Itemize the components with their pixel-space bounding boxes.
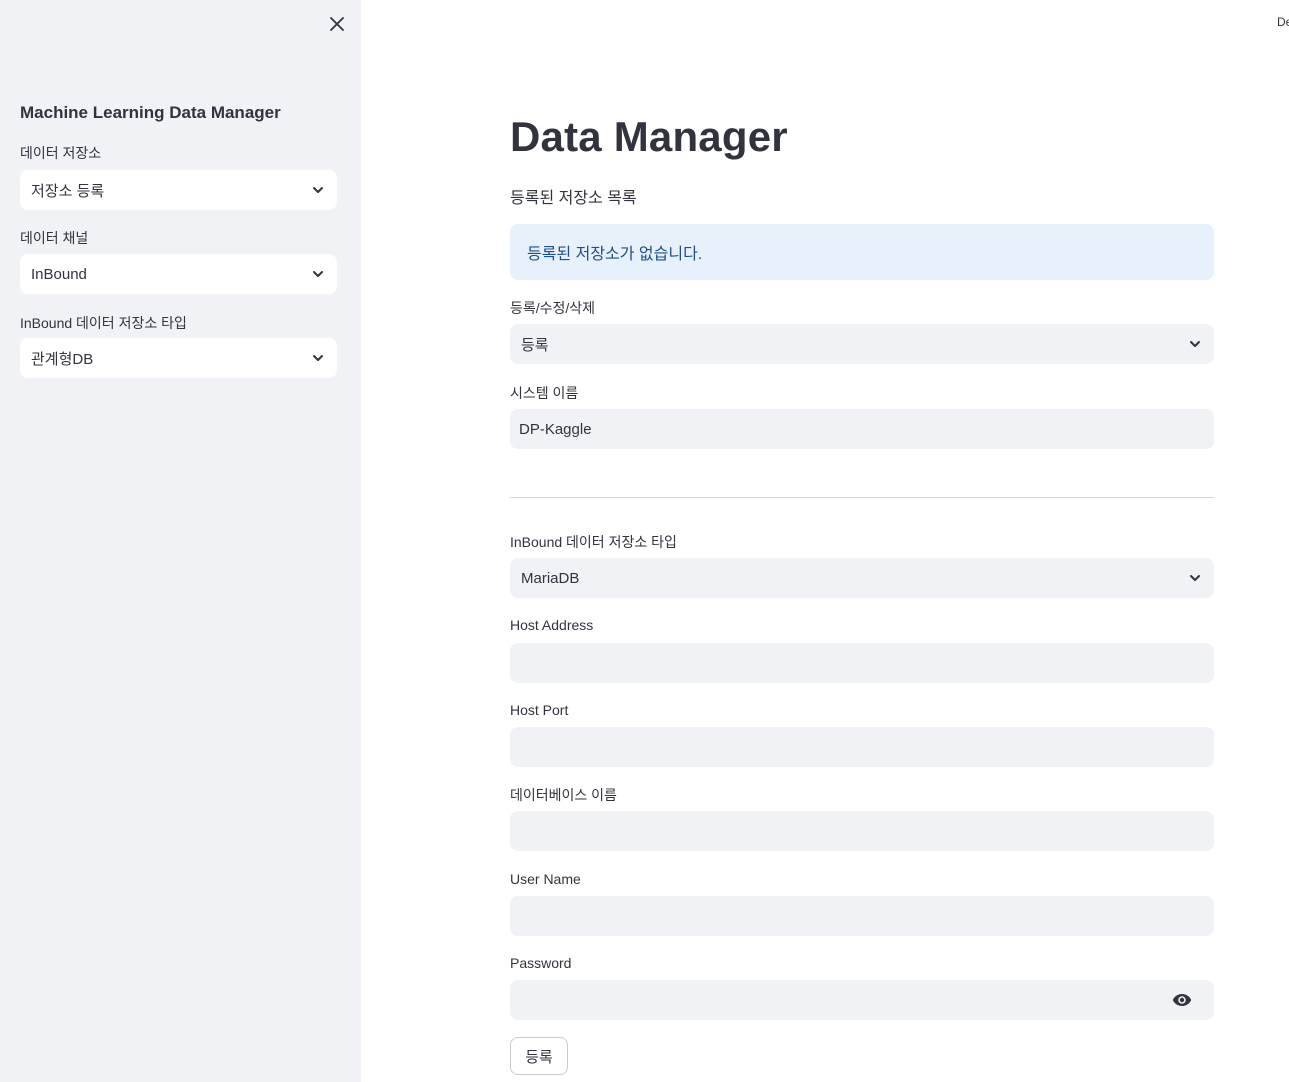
action-select[interactable]: 등록	[510, 324, 1214, 364]
inbound-storage-type-select[interactable]: MariaDB	[510, 558, 1214, 598]
database-name-label: 데이터베이스 이름	[510, 787, 617, 803]
registered-storage-heading: 등록된 저장소 목록	[510, 190, 637, 207]
page-title: Data Manager	[510, 113, 788, 160]
chevron-down-icon	[313, 187, 323, 193]
host-address-input[interactable]	[510, 643, 1214, 683]
action-label: 등록/수정/삭제	[510, 300, 596, 316]
storage-type-value: 관계형DB	[31, 350, 94, 368]
eye-icon[interactable]	[1172, 992, 1192, 1008]
host-port-input[interactable]	[510, 727, 1214, 767]
inbound-storage-type-label: InBound 데이터 저장소 타입	[510, 534, 677, 550]
divider	[510, 497, 1214, 498]
data-channel-select[interactable]: InBound	[20, 254, 337, 294]
host-port-label: Host Port	[510, 702, 569, 718]
user-name-label: User Name	[510, 871, 581, 887]
password-label: Password	[510, 955, 572, 971]
chevron-down-icon	[1190, 341, 1200, 347]
data-store-select[interactable]: 저장소 등록	[20, 170, 337, 210]
close-icon	[330, 17, 344, 31]
deploy-button[interactable]: Deploy	[1277, 15, 1289, 29]
system-name-input[interactable]: DP-Kaggle	[510, 409, 1214, 449]
sidebar: Machine Learning Data Manager 데이터 저장소 저장…	[0, 0, 361, 1082]
user-name-input[interactable]	[510, 896, 1214, 936]
data-store-value: 저장소 등록	[31, 182, 105, 200]
data-channel-value: InBound	[31, 265, 87, 283]
database-name-input[interactable]	[510, 811, 1214, 851]
chevron-down-icon	[313, 355, 323, 361]
storage-type-label: InBound 데이터 저장소 타입	[20, 315, 187, 331]
sidebar-title: Machine Learning Data Manager	[20, 103, 281, 122]
submit-button[interactable]: 등록	[510, 1037, 568, 1075]
close-sidebar-button[interactable]	[326, 13, 348, 35]
host-address-label: Host Address	[510, 617, 594, 633]
chevron-down-icon	[313, 271, 323, 277]
system-name-value: DP-Kaggle	[519, 420, 592, 438]
data-channel-label: 데이터 채널	[20, 230, 89, 246]
storage-type-select[interactable]: 관계형DB	[20, 338, 337, 378]
action-value: 등록	[521, 336, 549, 354]
system-name-label: 시스템 이름	[510, 385, 579, 401]
chevron-down-icon	[1190, 575, 1200, 581]
data-store-label: 데이터 저장소	[20, 145, 102, 161]
inbound-storage-type-value: MariaDB	[521, 569, 580, 587]
info-alert: 등록된 저장소가 없습니다.	[510, 224, 1214, 280]
password-input[interactable]	[510, 980, 1214, 1020]
info-message: 등록된 저장소가 없습니다.	[527, 246, 703, 263]
